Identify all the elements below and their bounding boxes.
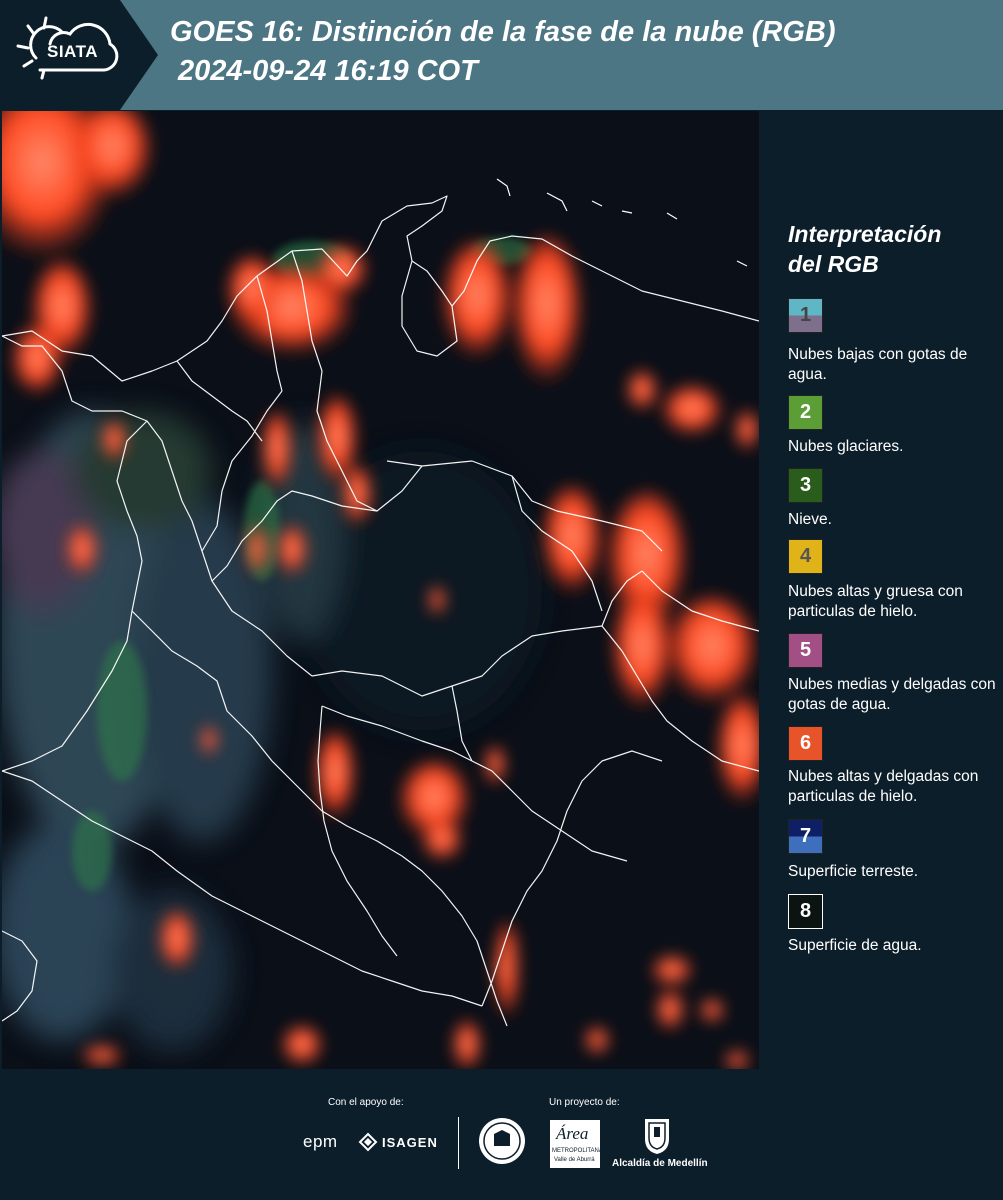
area-logo-subtitle: METROPOLITANA [552,1148,603,1154]
page-title: GOES 16: Distinción de la fase de la nub… [170,16,836,48]
legend-panel: Interpretación del RGB 1 Nubes bajas con… [760,111,1003,1069]
legend-label-8: Superficie de agua. [788,937,922,954]
legend-swatch-7: 7 [788,819,823,854]
legend-swatch-3: 3 [788,468,823,503]
legend-swatch-2: 2 [788,395,823,430]
legend-label-7: Superficie terreste. [788,863,919,880]
legend-title-line2: del RGB [788,251,879,277]
legend-label-5: Nubes medias y delgadas con gotas de agu… [788,676,996,713]
legend-swatch-8: 8 [788,894,823,929]
legend-title-line1: Interpretación [788,221,942,247]
legend-swatch-4: 4 [788,539,823,574]
legend-number-6: 6 [799,732,812,754]
university-seal-icon [477,1116,527,1166]
satellite-image [2,111,759,1069]
support-label: Con el apoyo de: [328,1097,404,1108]
area-metropolitana-logo: Área METROPOLITANA Valle de Aburrá [550,1120,603,1168]
legend-swatch-1: 1 [788,298,823,333]
isagen-icon [358,1132,378,1152]
footer-divider [458,1117,459,1169]
isagen-logo: ISAGEN [382,1135,438,1150]
legend-number-4: 4 [799,545,812,567]
legend-label-6: Nubes altas y delgadas con particulas de… [788,768,979,805]
legend-title: Interpretación del RGB [788,219,941,279]
legend-label-4: Nubes altas y gruesa con particulas de h… [788,583,963,620]
legend-label-3: Nieve. [788,511,832,528]
legend-label-1: Nubes bajas con gotas de agua. [788,346,968,383]
siata-logo: SIATA [0,0,160,110]
legend-number-7: 7 [799,825,812,847]
satellite-map [2,111,759,1069]
legend-swatch-5: 5 [788,633,823,668]
legend-number-1: 1 [799,304,812,326]
legend-number-3: 3 [799,474,812,496]
alcaldia-shield-icon [643,1117,671,1155]
footer: Con el apoyo de: Un proyecto de: epm ISA… [0,1070,1003,1200]
legend-label-2: Nubes glaciares. [788,438,904,455]
legend-number-5: 5 [799,639,812,661]
legend-number-2: 2 [799,401,812,423]
alcaldia-text: Alcaldía de Medellín [612,1158,708,1169]
siata-logo-text: SIATA [47,42,98,61]
legend-swatch-6: 6 [788,726,823,761]
legend-number-8: 8 [799,900,812,922]
area-logo-text: Área [556,1124,589,1143]
timestamp: 2024-09-24 16:19 COT [178,55,478,87]
project-label: Un proyecto de: [549,1097,620,1108]
epm-logo: epm [303,1132,338,1151]
header: SIATA GOES 16: Distinción de la fase de … [0,0,1003,110]
area-logo-subtitle2: Valle de Aburrá [554,1157,595,1163]
